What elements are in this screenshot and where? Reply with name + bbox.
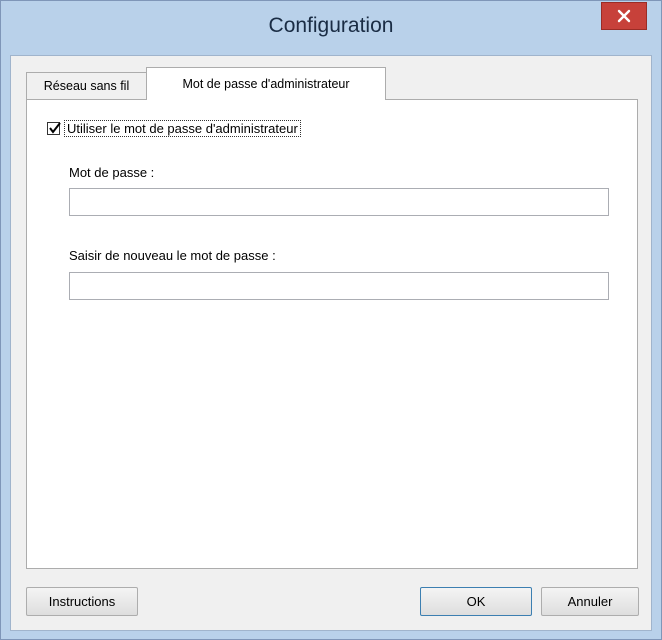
title-bar[interactable]: Configuration bbox=[1, 1, 661, 55]
checkmark-icon bbox=[49, 122, 61, 134]
tab-label: Réseau sans fil bbox=[43, 79, 130, 93]
configuration-dialog: Configuration Réseau sans fil Mot de pas… bbox=[0, 0, 662, 640]
tab-wireless-network[interactable]: Réseau sans fil bbox=[26, 72, 147, 99]
password-label: Mot de passe : bbox=[69, 165, 155, 180]
dialog-client-area: Réseau sans fil Mot de passe d'administr… bbox=[10, 55, 652, 631]
instructions-button[interactable]: Instructions bbox=[26, 587, 138, 616]
admin-password-panel: Utiliser le mot de passe d'administrateu… bbox=[26, 99, 638, 569]
tab-admin-password[interactable]: Mot de passe d'administrateur bbox=[146, 67, 386, 100]
password-field[interactable] bbox=[69, 188, 609, 216]
ok-button[interactable]: OK bbox=[420, 587, 532, 616]
close-button[interactable] bbox=[601, 2, 647, 30]
close-icon bbox=[617, 9, 631, 23]
tab-label: Mot de passe d'administrateur bbox=[182, 77, 350, 91]
confirm-password-label: Saisir de nouveau le mot de passe : bbox=[69, 248, 276, 263]
cancel-button[interactable]: Annuler bbox=[541, 587, 639, 616]
use-admin-password-option[interactable]: Utiliser le mot de passe d'administrateu… bbox=[47, 120, 301, 137]
use-admin-password-checkbox[interactable] bbox=[47, 122, 61, 135]
window-title: Configuration bbox=[268, 14, 394, 37]
confirm-password-field[interactable] bbox=[69, 272, 609, 300]
use-admin-password-label[interactable]: Utiliser le mot de passe d'administrateu… bbox=[64, 120, 301, 137]
